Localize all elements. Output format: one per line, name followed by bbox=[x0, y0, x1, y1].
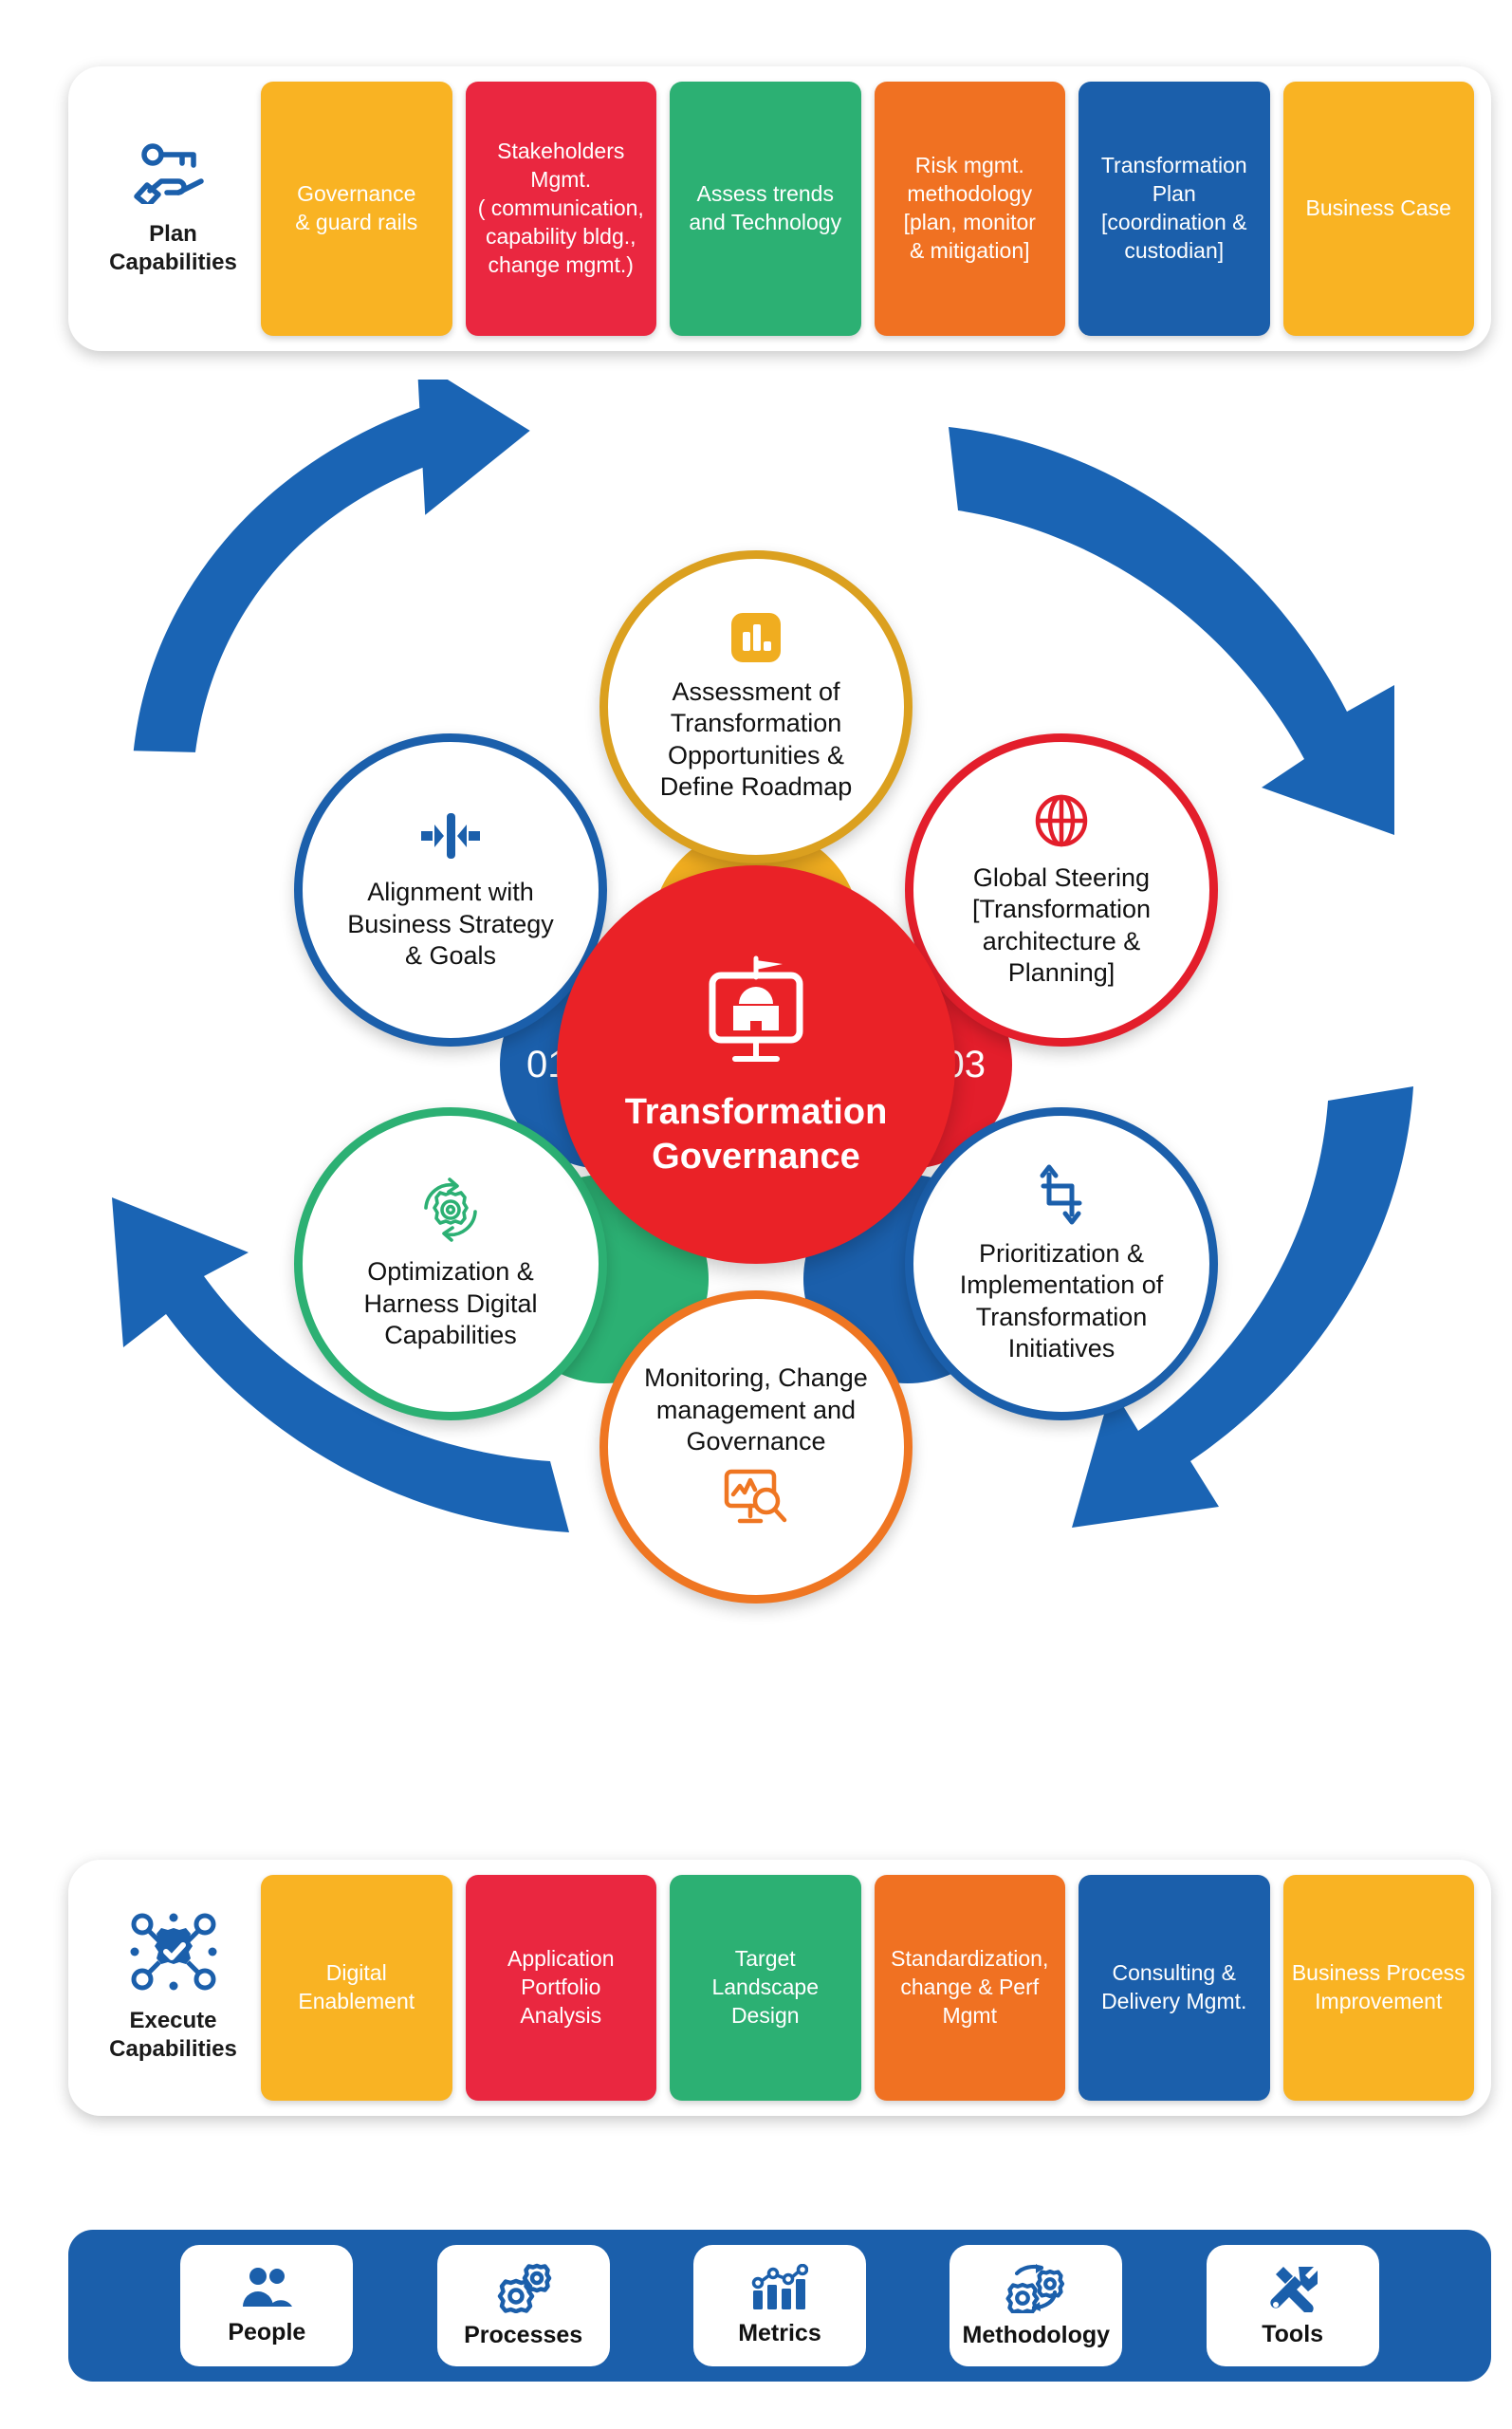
enabler-tools-label: Tools bbox=[1262, 2321, 1324, 2347]
wheel-hub-title: Transformation Governance bbox=[624, 1092, 888, 1177]
monitor-analytics-search-icon bbox=[723, 1468, 789, 1531]
plan-card-business-case[interactable]: Business Case bbox=[1282, 82, 1474, 336]
crop-resize-icon bbox=[1030, 1163, 1093, 1231]
gears-cycle-icon bbox=[1005, 2262, 1066, 2318]
step-petal-03-text: Global Steering [Transformation architectu… bbox=[971, 862, 1152, 987]
exec-card-target-landscape-design[interactable]: Target Landscape Design bbox=[670, 1875, 861, 2101]
step-petal-02-text: Assessment of Transformation Opportunities… bbox=[659, 677, 853, 801]
exec-card-consulting-delivery-mgmt[interactable]: Consulting & Delivery Mgmt. bbox=[1079, 1875, 1270, 2101]
enabler-methodology-label: Methodology bbox=[962, 2322, 1111, 2348]
gears-icon bbox=[495, 2262, 552, 2318]
step-petal-05-text: Monitoring, Change management and Governan… bbox=[644, 1363, 868, 1456]
execute-capabilities-cards: Digital Enablement Application Portfolio An… bbox=[261, 1875, 1474, 2101]
plan-capabilities-cards: Governance & guard rails Stakeholders Mgmt… bbox=[261, 82, 1474, 336]
plan-card-assess-trends[interactable]: Assess trends and Technology bbox=[670, 82, 861, 336]
bar-chart-line-icon bbox=[751, 2263, 809, 2316]
plan-card-transformation-plan[interactable]: Transformation Plan [coordination & custodi… bbox=[1079, 82, 1270, 336]
plan-card-governance[interactable]: Governance & guard rails bbox=[261, 82, 452, 336]
enabler-people-label: People bbox=[228, 2319, 306, 2346]
gear-refresh-icon bbox=[415, 1176, 486, 1249]
globe-icon bbox=[1032, 791, 1091, 855]
plan-card-stakeholders-mgmt[interactable]: Stakeholders Mgmt.( communication, capabil… bbox=[465, 82, 656, 336]
wrench-screwdriver-icon bbox=[1266, 2263, 1319, 2317]
people-icon bbox=[239, 2265, 294, 2315]
step-petal-06[interactable]: Optimization & Harness Digital Capabilitie… bbox=[294, 1107, 607, 1420]
exec-card-standardization-change-perf[interactable]: Standardization, change & Perf Mgmt bbox=[874, 1875, 1065, 2101]
bar-chart-badge-icon bbox=[729, 611, 783, 669]
arrow-top-left bbox=[133, 380, 530, 752]
step-petal-01[interactable]: Alignment with Business Strategy & Goals bbox=[294, 733, 607, 1047]
step-petal-06-text: Optimization & Harness Digital Capabilitie… bbox=[363, 1257, 538, 1350]
exec-card-application-portfolio-analysis[interactable]: Application Portfolio Analysis bbox=[465, 1875, 656, 2101]
enabler-metrics-label: Metrics bbox=[738, 2320, 821, 2346]
execute-capabilities-label-group: Execute Capabilities bbox=[85, 1875, 261, 2101]
step-petal-05[interactable]: Monitoring, Change management and Governan… bbox=[599, 1290, 913, 1604]
key-in-hand-icon bbox=[133, 141, 214, 209]
enabler-processes-label: Processes bbox=[464, 2322, 583, 2348]
government-building-flag-icon bbox=[695, 951, 817, 1077]
alignment-arrows-icon bbox=[408, 807, 493, 869]
exec-card-business-process-improvement[interactable]: Business Process Improvement bbox=[1282, 1875, 1474, 2101]
step-petal-01-text: Alignment with Business Strategy & Goals bbox=[347, 878, 554, 971]
plan-capabilities-title: Plan Capabilities bbox=[109, 221, 237, 275]
step-petal-03[interactable]: Global Steering [Transformation architectu… bbox=[905, 733, 1218, 1047]
plan-card-risk-mgmt[interactable]: Risk mgmt. methodology [plan, monitor & mit… bbox=[874, 82, 1065, 336]
transformation-governance-wheel: 01 02 03 04 05 06 Alignment withBusiness… bbox=[0, 380, 1512, 1755]
enablers-bar: People Processes Metrics Methodology Too… bbox=[68, 2230, 1491, 2382]
plan-capabilities-label-group: Plan Capabilities bbox=[85, 82, 261, 336]
enabler-people[interactable]: People bbox=[180, 2245, 354, 2366]
execute-capabilities-band: Execute Capabilities Digital Enablement Ap… bbox=[68, 1860, 1491, 2116]
step-petal-04[interactable]: Prioritization & Implementation of Transfo… bbox=[905, 1107, 1218, 1420]
wheel-hub[interactable]: Transformation Governance bbox=[557, 865, 955, 1264]
exec-card-digital-enablement[interactable]: Digital Enablement bbox=[261, 1875, 452, 2101]
execute-capabilities-title: Execute Capabilities bbox=[109, 2008, 237, 2062]
enabler-processes[interactable]: Processes bbox=[436, 2245, 610, 2366]
network-gear-check-icon bbox=[130, 1913, 217, 1995]
enabler-methodology[interactable]: Methodology bbox=[950, 2245, 1123, 2366]
step-petal-04-text: Prioritization & Implementation of Transfo… bbox=[959, 1238, 1164, 1363]
enabler-metrics[interactable]: Metrics bbox=[692, 2245, 866, 2366]
step-petal-02[interactable]: Assessment of Transformation Opportunities… bbox=[599, 550, 913, 863]
plan-capabilities-band: Plan Capabilities Governance & guard rails… bbox=[68, 66, 1491, 351]
enabler-tools[interactable]: Tools bbox=[1206, 2245, 1379, 2366]
